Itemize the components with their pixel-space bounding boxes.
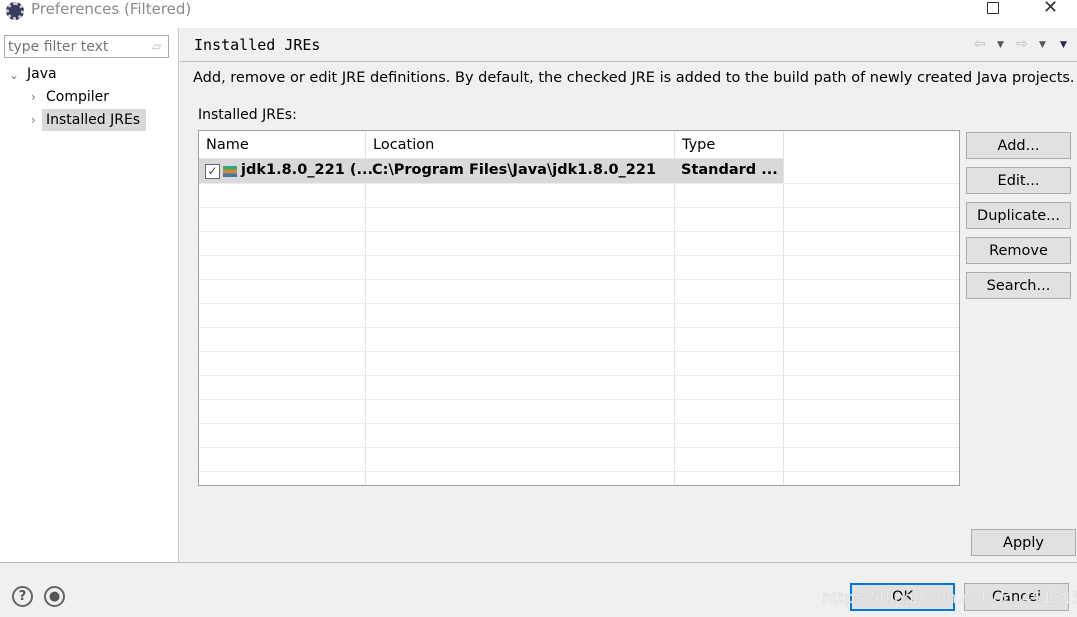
remove-button[interactable]: Remove bbox=[966, 237, 1071, 264]
chevron-right-icon[interactable]: › bbox=[31, 113, 36, 127]
footer-separator bbox=[0, 562, 1077, 563]
search-button[interactable]: Search... bbox=[966, 272, 1071, 299]
tree-item-installed-jres[interactable]: Installed JREs bbox=[46, 112, 140, 128]
help-icon[interactable]: ? bbox=[12, 586, 33, 607]
duplicate-button[interactable]: Duplicate... bbox=[966, 202, 1071, 229]
cell-location: C:\Program Files\Java\jdk1.8.0_221 bbox=[372, 162, 657, 178]
column-divider bbox=[199, 131, 366, 485]
add-button[interactable]: Add... bbox=[966, 132, 1071, 159]
close-icon[interactable]: ✕ bbox=[1043, 0, 1058, 18]
column-header-location[interactable]: Location bbox=[366, 131, 675, 159]
record-macro-icon[interactable]: ● bbox=[44, 586, 65, 607]
column-header-name[interactable]: Name bbox=[199, 131, 366, 159]
back-dropdown-icon[interactable]: ▼ bbox=[997, 40, 1004, 50]
column-divider bbox=[675, 131, 784, 485]
page-description: Add, remove or edit JRE definitions. By … bbox=[193, 70, 1075, 86]
cell-name: jdk1.8.0_221 (... bbox=[241, 162, 373, 178]
chevron-down-icon[interactable]: ⌄ bbox=[9, 68, 19, 82]
window-title: Preferences (Filtered) bbox=[31, 0, 192, 18]
maximize-icon[interactable] bbox=[987, 2, 999, 14]
column-divider bbox=[366, 131, 675, 485]
page-title: Installed JREs bbox=[194, 36, 321, 54]
eclipse-app-icon bbox=[6, 2, 24, 20]
table-label: Installed JREs: bbox=[198, 107, 297, 123]
view-menu-icon[interactable]: ▼ bbox=[1060, 40, 1067, 50]
apply-button[interactable]: Apply bbox=[971, 529, 1076, 556]
jre-library-icon bbox=[223, 166, 237, 177]
tree-item-java[interactable]: Java bbox=[27, 66, 57, 82]
forward-dropdown-icon[interactable]: ▼ bbox=[1039, 40, 1046, 50]
column-header-type[interactable]: Type bbox=[675, 131, 784, 159]
jre-table[interactable]: Name Location Type ✓ jdk1.8.0_221 (... C… bbox=[198, 130, 960, 486]
tree-item-compiler[interactable]: Compiler bbox=[46, 89, 109, 105]
chevron-right-icon[interactable]: › bbox=[31, 90, 36, 104]
filter-input[interactable] bbox=[4, 35, 169, 58]
edit-button[interactable]: Edit... bbox=[966, 167, 1071, 194]
back-arrow-icon[interactable]: ⇦ bbox=[974, 36, 986, 52]
default-jre-checkbox[interactable]: ✓ bbox=[205, 164, 220, 179]
cell-type: Standard ... bbox=[681, 162, 778, 178]
forward-arrow-icon[interactable]: ⇨ bbox=[1016, 36, 1028, 52]
cancel-button[interactable]: Cancel bbox=[964, 583, 1069, 611]
clear-filter-icon[interactable]: ▱ bbox=[152, 39, 161, 53]
ok-button[interactable]: OK bbox=[850, 583, 955, 611]
